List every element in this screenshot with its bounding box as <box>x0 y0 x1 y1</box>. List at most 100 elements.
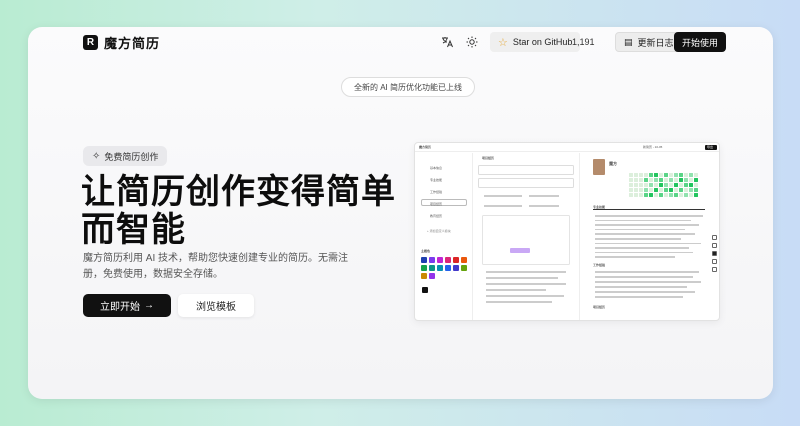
logo[interactable]: R 魔方简历 <box>83 33 160 52</box>
preview-sidebar-item: 专业技能 <box>430 177 443 182</box>
app-name: 魔方简历 <box>104 36 161 51</box>
changelog-button[interactable]: ▤ 更新日志 <box>615 32 683 52</box>
preview-heat-cell <box>674 183 678 187</box>
preview-heat-cell <box>664 173 668 177</box>
preview-heat-cell <box>689 173 693 177</box>
preview-heat-cell <box>629 173 633 177</box>
preview-heat-cell <box>634 173 638 177</box>
document-icon: ▤ <box>624 36 633 47</box>
preview-heat-cell <box>669 183 673 187</box>
hero-description: 魔方简历利用 AI 技术，帮助您快速创建专业的简历。无需注册，免费使用，数据安全… <box>83 253 349 280</box>
preview-heat-cell <box>654 178 658 182</box>
preview-color-swatch <box>429 273 435 279</box>
preview-resume: 魔方 专业技能 工作经验 项目经历 <box>581 153 707 320</box>
preview-text-line <box>595 281 701 283</box>
preview-heat-cell <box>669 193 673 197</box>
changelog-label: 更新日志 <box>637 37 674 48</box>
browse-templates-button[interactable]: 浏览模板 <box>178 294 254 317</box>
start-button[interactable]: 开始使用 <box>674 32 727 52</box>
preview-heat-cell <box>674 188 678 192</box>
preview-color-swatch <box>429 265 435 271</box>
preview-heat-cell <box>694 178 698 182</box>
star-count: 1,191 <box>572 37 595 47</box>
preview-color-swatch <box>421 273 427 279</box>
preview-heat-cell <box>629 188 633 192</box>
badge-label: 免费简历创作 <box>104 151 159 162</box>
preview-app-title: 魔方简历 <box>419 145 432 149</box>
preview-heat-cell <box>659 183 663 187</box>
preview-sidebar-item: 教育经历 <box>430 213 443 218</box>
preview-heat-cell <box>684 188 688 192</box>
preview-heat-cell <box>679 173 683 177</box>
preview-heat-cell <box>679 188 683 192</box>
preview-heat-cell <box>639 173 643 177</box>
preview-heat-cell <box>679 178 683 182</box>
preview-heat-cell <box>654 173 658 177</box>
preview-resume-name: 魔方 <box>609 161 617 166</box>
preview-heat-cell <box>664 188 668 192</box>
github-star-button[interactable]: ☆ Star on GitHub <box>490 32 581 52</box>
preview-editor: 项目经历 <box>474 153 580 320</box>
preview-heat-cell <box>689 183 693 187</box>
preview-text-line <box>595 251 693 254</box>
preview-heat-cell <box>649 188 653 192</box>
preview-heat-cell <box>674 193 678 197</box>
hero-card: R 魔方简历 ☆ Star on GitHub 1,191 ▤ 更新日志 开始使… <box>28 27 773 399</box>
preview-section-work: 工作经验 <box>593 263 606 267</box>
preview-heat-cell <box>639 183 643 187</box>
preview-heat-cell <box>659 193 663 197</box>
preview-heat-cell <box>669 173 673 177</box>
preview-text-line <box>595 238 681 240</box>
start-now-button[interactable]: 立即开始 → <box>83 294 171 317</box>
announcement-pill[interactable]: 全新的 AI 简历优化功能已上线 <box>341 77 476 97</box>
preview-color-swatch <box>453 265 459 271</box>
preview-text-line <box>595 256 675 258</box>
sun-icon[interactable] <box>465 35 479 49</box>
preview-text-line <box>595 215 703 217</box>
preview-heat-cell <box>659 178 663 182</box>
preview-editor-title: 项目经历 <box>482 156 495 160</box>
preview-heat-cell <box>684 173 688 177</box>
preview-topbar <box>415 143 719 152</box>
preview-color-swatch <box>421 265 427 271</box>
preview-heat-cell <box>649 178 653 182</box>
preview-heat-cell <box>644 178 648 182</box>
preview-section-skills: 专业技能 <box>593 205 606 209</box>
preview-section-project: 项目经历 <box>593 305 606 309</box>
preview-heat-cell <box>634 183 638 187</box>
preview-heat-cell <box>654 188 658 192</box>
preview-heat-cell <box>674 173 678 177</box>
preview-color-swatch <box>445 265 451 271</box>
preview-text-line <box>595 247 689 249</box>
preview-heat-cell <box>689 193 693 197</box>
logo-icon: R <box>83 35 98 50</box>
preview-heat-cell <box>644 188 648 192</box>
preview-color-swatch <box>461 257 467 263</box>
preview-heat-cell <box>644 173 648 177</box>
preview-heat-cell <box>639 178 643 182</box>
preview-heat-cell <box>629 183 633 187</box>
preview-heat-cell <box>639 193 643 197</box>
preview-heat-cell <box>684 183 688 187</box>
preview-title-field: 新简历 - 10-05 <box>643 145 663 149</box>
arrow-right-icon: → <box>144 300 154 311</box>
preview-heat-cell <box>679 183 683 187</box>
preview-heat-cell <box>694 183 698 187</box>
preview-heat-cell <box>689 188 693 192</box>
preview-heat-cell <box>694 188 698 192</box>
preview-text-line <box>595 276 693 278</box>
preview-heat-cell <box>654 193 658 197</box>
preview-color-swatch <box>429 257 435 263</box>
preview-heat-cell <box>634 193 638 197</box>
preview-text-line <box>595 219 691 222</box>
translate-icon[interactable] <box>440 35 454 49</box>
preview-heat-cell <box>664 178 668 182</box>
preview-heat-cell <box>649 173 653 177</box>
preview-sidebar-item: 基本信息 <box>430 165 443 170</box>
preview-heat-cell <box>634 188 638 192</box>
star-icon: ☆ <box>498 36 508 49</box>
preview-heat-cell <box>669 188 673 192</box>
preview-avatar <box>593 159 605 175</box>
preview-heat-cell <box>694 173 698 177</box>
start-now-label: 立即开始 <box>100 302 140 313</box>
